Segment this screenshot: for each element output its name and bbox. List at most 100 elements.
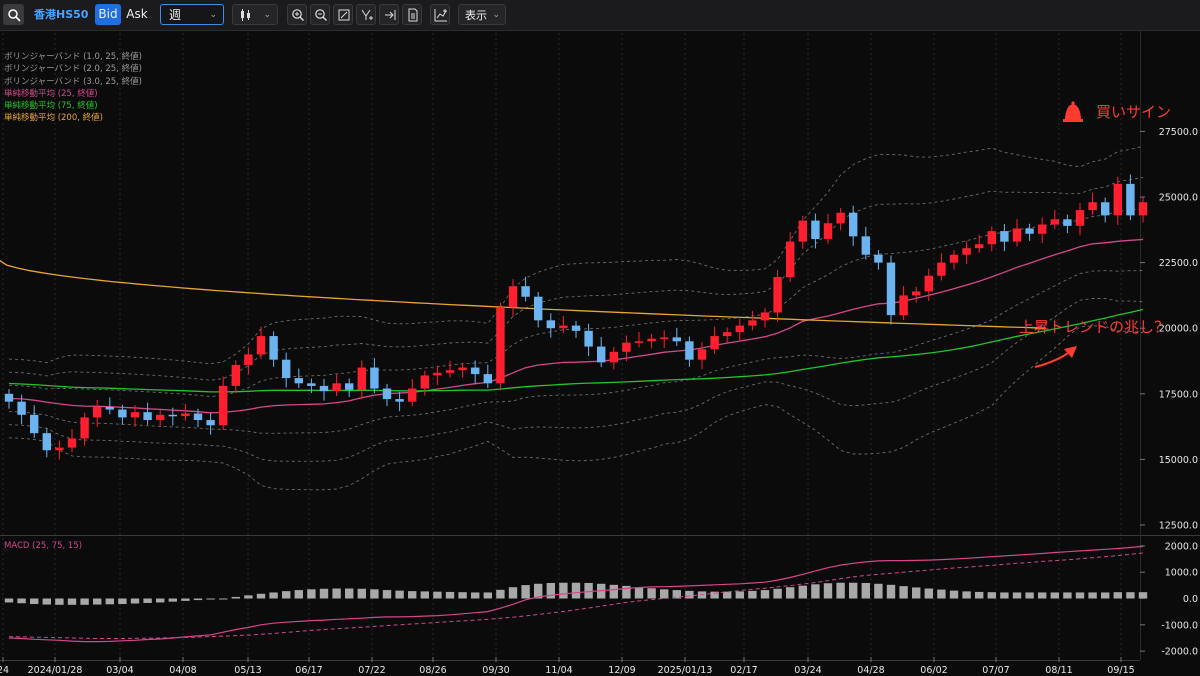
time-tick-label: 05/13 bbox=[234, 665, 261, 676]
macd-legend: MACD (25, 75, 15) bbox=[4, 541, 83, 551]
fit-screen-button[interactable] bbox=[333, 4, 353, 25]
candle-down bbox=[1101, 202, 1110, 216]
macd-histogram-bar bbox=[924, 588, 933, 599]
time-tick-label: 03/24 bbox=[794, 665, 821, 676]
macd-histogram-bar bbox=[408, 591, 417, 599]
candle-down bbox=[269, 336, 278, 360]
candle-up bbox=[987, 231, 996, 245]
candle-down bbox=[584, 330, 593, 347]
candle-down bbox=[534, 296, 543, 321]
candle-up bbox=[130, 412, 140, 418]
macd-histogram-bar bbox=[1138, 592, 1148, 599]
zoom-out-icon bbox=[315, 9, 327, 21]
time-tick-label: 11/04 bbox=[545, 665, 572, 676]
price-tick-label: 15000.0 bbox=[1159, 455, 1198, 466]
candle-up bbox=[962, 248, 971, 255]
candle-up bbox=[798, 220, 807, 242]
macd-histogram-bar bbox=[748, 590, 757, 599]
candle-down bbox=[1000, 231, 1009, 242]
macd-histogram-bar bbox=[1025, 592, 1034, 599]
time-tick-label: 2024/01/28 bbox=[28, 665, 83, 676]
candle-up bbox=[622, 342, 631, 352]
crosshair-button[interactable] bbox=[356, 4, 376, 25]
chart-type-select[interactable]: ⌄ bbox=[232, 4, 278, 25]
macd-histogram-bar bbox=[811, 584, 820, 599]
macd-histogram-bar bbox=[332, 588, 341, 599]
macd-histogram-bar bbox=[521, 585, 530, 599]
period-value: 週 bbox=[169, 8, 182, 22]
candle-down bbox=[849, 212, 858, 237]
bid-button[interactable]: Bid bbox=[95, 4, 121, 25]
macd-histogram-bar bbox=[609, 584, 618, 599]
macd-histogram-bar bbox=[962, 591, 971, 599]
price-tick-label: 22500.0 bbox=[1159, 258, 1198, 269]
candle-up bbox=[924, 275, 933, 292]
macd-histogram-bar bbox=[571, 582, 581, 599]
symbol-label[interactable]: 香港HS50 bbox=[34, 4, 88, 25]
macd-histogram-bar bbox=[975, 591, 984, 599]
macd-histogram-bar bbox=[433, 591, 442, 599]
candle-up bbox=[433, 372, 442, 376]
candle-down bbox=[886, 262, 896, 316]
macd-histogram-bar bbox=[231, 596, 240, 599]
macd-histogram-bar bbox=[735, 591, 744, 599]
candle-up bbox=[912, 291, 921, 296]
scroll-end-button[interactable] bbox=[379, 4, 399, 25]
candle-up bbox=[710, 336, 719, 350]
time-tick-label: 09/15 bbox=[1107, 665, 1134, 676]
macd-histogram-bar bbox=[256, 593, 266, 599]
macd-histogram-bar bbox=[1088, 592, 1097, 599]
macd-histogram-bar bbox=[118, 598, 127, 605]
macd-histogram-bar bbox=[143, 598, 152, 603]
macd-histogram-bar bbox=[244, 595, 253, 599]
crosshair-icon bbox=[361, 9, 373, 20]
macd-histogram-bar bbox=[634, 587, 644, 599]
candle-up bbox=[748, 320, 757, 326]
candle-down bbox=[395, 399, 404, 402]
candle-down bbox=[143, 412, 152, 421]
candle-down bbox=[483, 374, 492, 384]
macd-tick-label: 2000.0 bbox=[1165, 541, 1198, 552]
scroll-to-end-icon bbox=[385, 10, 396, 20]
time-tick-label: 12/09 bbox=[608, 665, 635, 676]
search-button[interactable] bbox=[3, 4, 24, 25]
macd-histogram-bar bbox=[130, 598, 140, 604]
candle-up bbox=[723, 332, 732, 337]
period-select[interactable]: 週 ⌄ bbox=[160, 4, 224, 25]
macd-histogram-bar bbox=[508, 587, 518, 599]
macd-histogram-bar bbox=[760, 590, 770, 599]
macd-histogram-bar bbox=[193, 598, 203, 601]
time-tick-label: 03/04 bbox=[106, 665, 133, 676]
macd-histogram-bar bbox=[1038, 592, 1047, 599]
indicator-chart-icon bbox=[434, 9, 447, 22]
macd-histogram-bar bbox=[559, 582, 568, 599]
time-tick-label: 08/26 bbox=[419, 665, 446, 676]
legend-item-bb2: ボリンジャーバンド (2.0, 25, 終値) bbox=[4, 64, 142, 75]
candle-up bbox=[1138, 202, 1148, 216]
zoom-in-button[interactable] bbox=[287, 4, 307, 25]
macd-histogram-bar bbox=[294, 590, 303, 599]
candle-down bbox=[546, 320, 555, 329]
display-menu-button[interactable]: 表示 ⌄ bbox=[458, 4, 506, 25]
time-tick-label: 08/11 bbox=[1045, 665, 1072, 676]
candle-down bbox=[1025, 228, 1034, 234]
candle-up bbox=[786, 241, 795, 278]
candle-down bbox=[571, 325, 581, 331]
macd-histogram-bar bbox=[1126, 592, 1135, 599]
report-button[interactable] bbox=[402, 4, 422, 25]
macd-histogram-bar bbox=[370, 589, 379, 599]
candle-down bbox=[382, 388, 392, 400]
macd-histogram-bar bbox=[496, 589, 505, 599]
candle-up bbox=[67, 438, 77, 448]
candle-down bbox=[345, 383, 354, 390]
macd-histogram-bar bbox=[382, 590, 392, 599]
macd-histogram-bar bbox=[30, 598, 39, 605]
candle-up bbox=[458, 367, 467, 371]
indicator-button[interactable] bbox=[430, 4, 450, 25]
macd-histogram-bar bbox=[823, 583, 833, 599]
chart-canvas[interactable]: -2000.0 -1000.0 0.0 1000.0 2000.0 12500.0 150… bbox=[0, 31, 1200, 676]
zoom-out-button[interactable] bbox=[310, 4, 330, 25]
candle-down bbox=[42, 433, 51, 451]
trend-note-label: 上昇トレンドの兆し？ bbox=[1019, 318, 1170, 336]
ask-button[interactable]: Ask bbox=[124, 4, 150, 25]
